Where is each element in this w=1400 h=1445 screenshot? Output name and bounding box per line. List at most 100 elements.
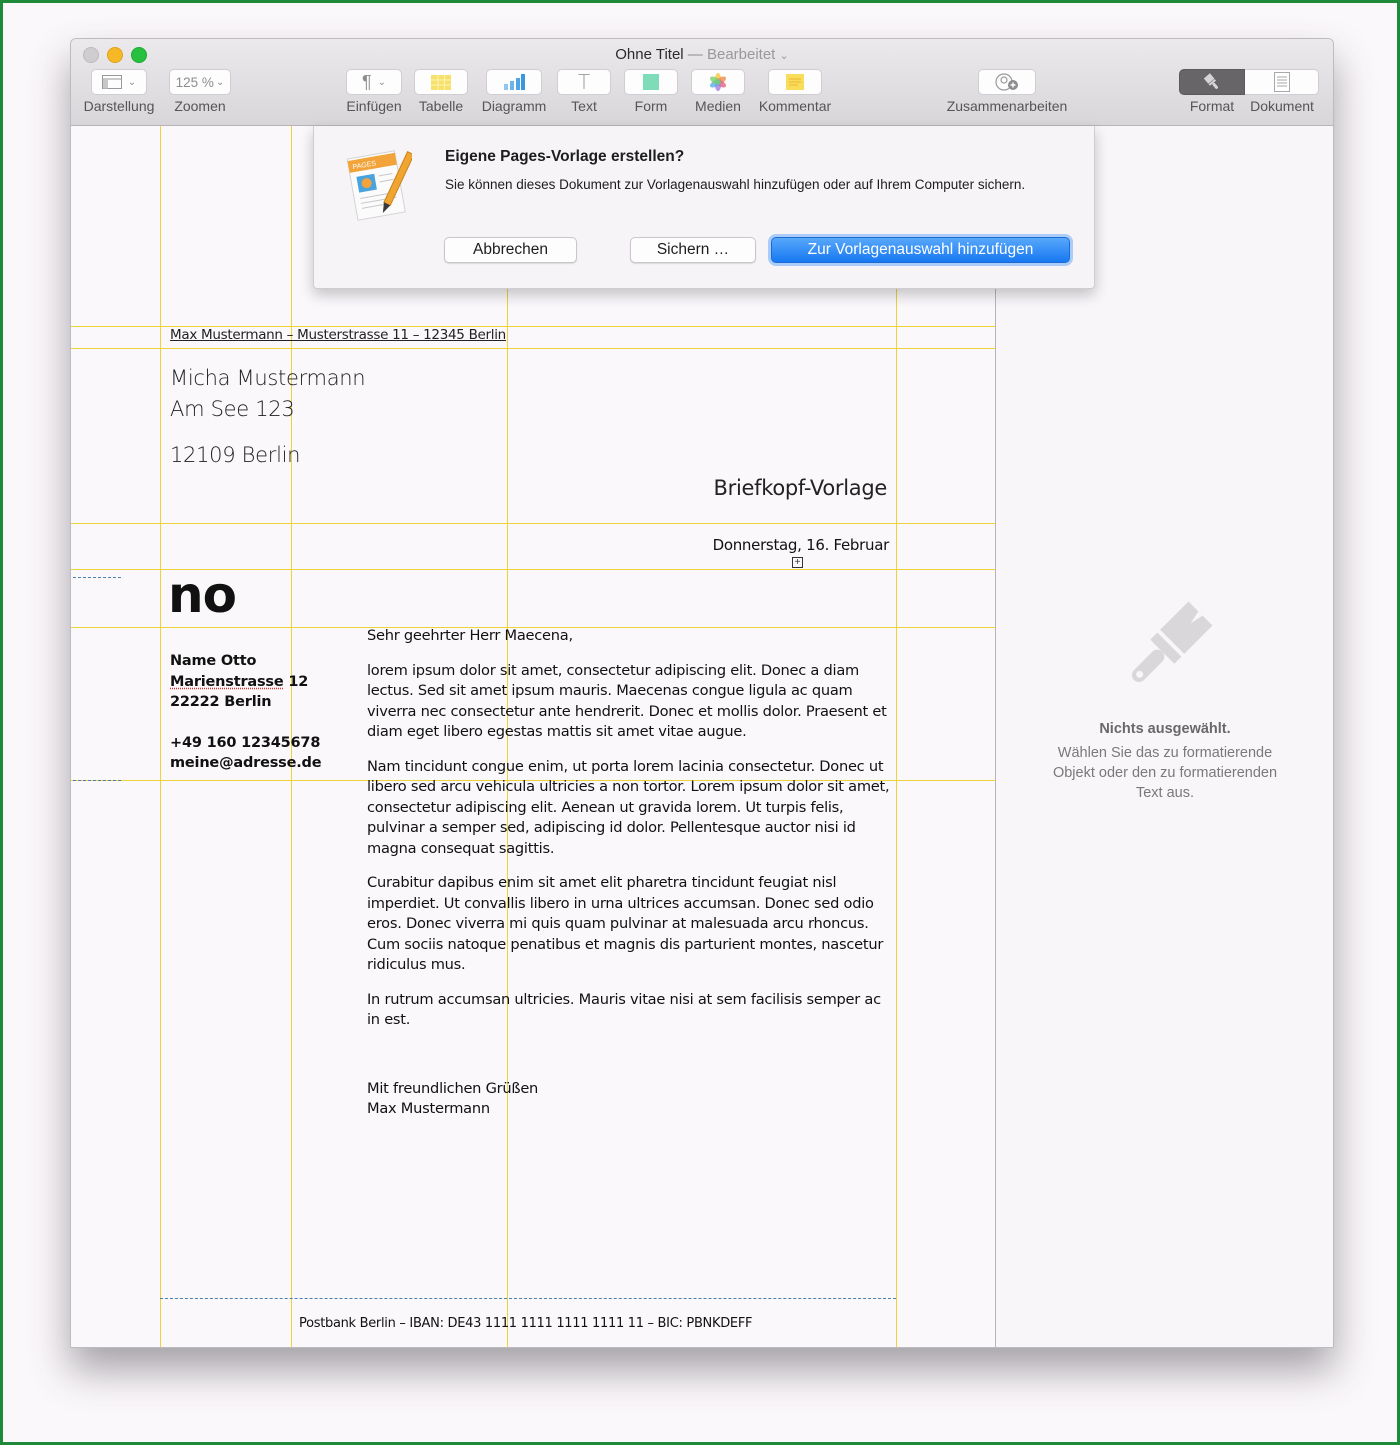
- photos-icon: [709, 73, 727, 91]
- toolbar: Ohne Titel — Bearbeitet ⌄ ⌄ Darstellung …: [71, 39, 1333, 126]
- shape-button[interactable]: [624, 69, 678, 95]
- recipient-name[interactable]: Micha Mustermann: [170, 366, 366, 390]
- media-tool[interactable]: Medien: [689, 69, 747, 114]
- inspector-switch[interactable]: Format Dokument: [1179, 69, 1319, 114]
- title-separator: —: [687, 46, 703, 63]
- dialog-title: Eigene Pages-Vorlage erstellen?: [445, 148, 685, 165]
- document-status: Bearbeitet: [706, 46, 776, 63]
- chart-label: Diagramm: [481, 98, 547, 114]
- insert-label: Einfügen: [346, 98, 402, 114]
- paintbrush-icon: [1203, 73, 1218, 89]
- sender-address-line[interactable]: Max Mustermann – Musterstrasse 11 – 1234…: [170, 327, 506, 343]
- layout-guide: [160, 126, 161, 1347]
- chevron-down-icon: ⌄: [779, 50, 789, 62]
- view-button[interactable]: ⌄: [91, 69, 147, 95]
- body-paragraph: lorem ipsum dolor sit amet, consectetur …: [367, 661, 887, 741]
- sender-contact-block[interactable]: Name Otto Marienstrasse 12 22222 Berlin …: [170, 651, 322, 774]
- letter-body[interactable]: Sehr geehrter Herr Maecena, lorem ipsum …: [367, 626, 897, 1120]
- collaborate-tool[interactable]: Zusammenarbeiten: [943, 69, 1071, 114]
- table-label: Tabelle: [418, 98, 464, 114]
- insert-menu[interactable]: ¶ ⌄ Einfügen: [341, 69, 407, 114]
- text-icon: T: [577, 70, 591, 94]
- collaborate-label: Zusammenarbeiten: [946, 98, 1068, 114]
- contact-email: meine@adresse.de: [170, 755, 322, 771]
- save-template-dialog: PAGES Eigene Pages-Vorlage erstellen? Si…: [313, 126, 1095, 289]
- zoom-label: Zoomen: [174, 98, 226, 114]
- comment-tool[interactable]: Kommentar: [757, 69, 833, 114]
- spelling-error-word[interactable]: Marienstrasse: [170, 674, 284, 690]
- contact-name: Name Otto: [170, 653, 257, 669]
- sidebar-layout-icon: [101, 75, 122, 89]
- pages-window: Ohne Titel — Bearbeitet ⌄ ⌄ Darstellung …: [70, 38, 1334, 1348]
- layout-guide: [71, 348, 995, 349]
- document-date[interactable]: Donnerstag, 16. Februar: [713, 536, 890, 554]
- closing: Mit freundlichen Grüßen: [367, 1079, 539, 1097]
- bank-footer[interactable]: Postbank Berlin – IBAN: DE43 1111 1111 1…: [299, 1316, 753, 1331]
- document-name: Ohne Titel: [615, 46, 684, 63]
- format-tab[interactable]: [1179, 69, 1245, 95]
- text-label: Text: [571, 98, 597, 114]
- body-paragraph: In rutrum accumsan ultricies. Mauris vit…: [367, 990, 881, 1029]
- save-button[interactable]: Sichern …: [630, 237, 756, 263]
- add-person-icon: [995, 73, 1018, 91]
- collaborate-button[interactable]: [978, 69, 1036, 95]
- chart-icon: [504, 74, 525, 90]
- media-button[interactable]: [691, 69, 745, 95]
- paintbrush-icon: [1131, 601, 1213, 683]
- dialog-message: Sie können dieses Dokument zur Vorlagena…: [445, 177, 1026, 192]
- text-button[interactable]: T: [557, 69, 611, 95]
- no-selection-message: Wählen Sie das zu formatierende Objekt o…: [1052, 745, 1278, 801]
- salutation: Sehr geehrter Herr Maecena,: [367, 627, 573, 644]
- window-title[interactable]: Ohne Titel — Bearbeitet ⌄: [71, 46, 1333, 63]
- logo-text[interactable]: no: [168, 566, 237, 624]
- recipient-street[interactable]: Am See 123: [170, 397, 295, 421]
- view-label: Darstellung: [83, 98, 155, 114]
- document-title[interactable]: Briefkopf-Vorlage: [714, 476, 888, 500]
- document-canvas[interactable]: Max Mustermann – Musterstrasse 11 – 1234…: [71, 126, 995, 1347]
- contact-city: 22222 Berlin: [170, 694, 272, 710]
- recipient-city[interactable]: 12109 Berlin: [170, 443, 300, 467]
- margin-guide: [73, 780, 121, 781]
- pilcrow-icon: ¶: [361, 71, 372, 92]
- table-tool[interactable]: Tabelle: [411, 69, 471, 114]
- signature: Max Mustermann: [367, 1100, 490, 1117]
- view-menu[interactable]: ⌄ Darstellung: [83, 69, 155, 114]
- comment-icon: [786, 74, 804, 90]
- zoom-select[interactable]: 125 % ⌄: [169, 69, 231, 95]
- document-label: Dokument: [1250, 98, 1314, 114]
- pages-app-icon: PAGES: [346, 150, 412, 221]
- shape-icon: [643, 74, 659, 90]
- comment-button[interactable]: [768, 69, 822, 95]
- layout-guide: [71, 523, 995, 524]
- chevron-down-icon: ⌄: [215, 76, 225, 88]
- insert-button[interactable]: ¶ ⌄: [346, 69, 402, 95]
- chevron-down-icon: ⌄: [377, 76, 387, 88]
- contact-phone: +49 160 12345678: [170, 734, 321, 751]
- margin-guide: [73, 577, 121, 578]
- chevron-down-icon: ⌄: [127, 76, 137, 88]
- chart-tool[interactable]: Diagramm: [476, 69, 552, 114]
- cancel-button[interactable]: Abbrechen: [444, 237, 577, 263]
- body-paragraph: Curabitur dapibus enim sit amet elit pha…: [367, 874, 884, 973]
- table-icon: [431, 74, 451, 90]
- chart-button[interactable]: [486, 69, 542, 95]
- no-selection-heading: Nichts ausgewählt.: [1099, 721, 1231, 737]
- body-paragraph: Nam tincidunt congue enim, ut porta lore…: [367, 757, 890, 857]
- text-tool[interactable]: T Text: [556, 69, 612, 114]
- document-icon: [1273, 72, 1290, 92]
- media-label: Medien: [695, 98, 741, 114]
- format-inspector: Nichts ausgewählt. Wählen Sie das zu for…: [995, 126, 1333, 1347]
- add-to-template-chooser-button[interactable]: Zur Vorlagenauswahl hinzufügen: [771, 237, 1070, 263]
- format-label: Format: [1189, 98, 1235, 114]
- anchor-handle-icon[interactable]: +: [792, 557, 803, 568]
- footer-margin-guide: [160, 1298, 896, 1299]
- shape-tool[interactable]: Form: [623, 69, 679, 114]
- table-button[interactable]: [414, 69, 468, 95]
- zoom-value: 125 %: [175, 74, 214, 90]
- comment-label: Kommentar: [758, 98, 832, 114]
- shape-label: Form: [634, 98, 668, 114]
- contact-street-number: 12: [283, 673, 309, 690]
- contact-street: Marienstrasse 12: [170, 672, 321, 693]
- document-tab[interactable]: [1245, 69, 1319, 95]
- zoom-menu[interactable]: 125 % ⌄ Zoomen: [163, 69, 237, 114]
